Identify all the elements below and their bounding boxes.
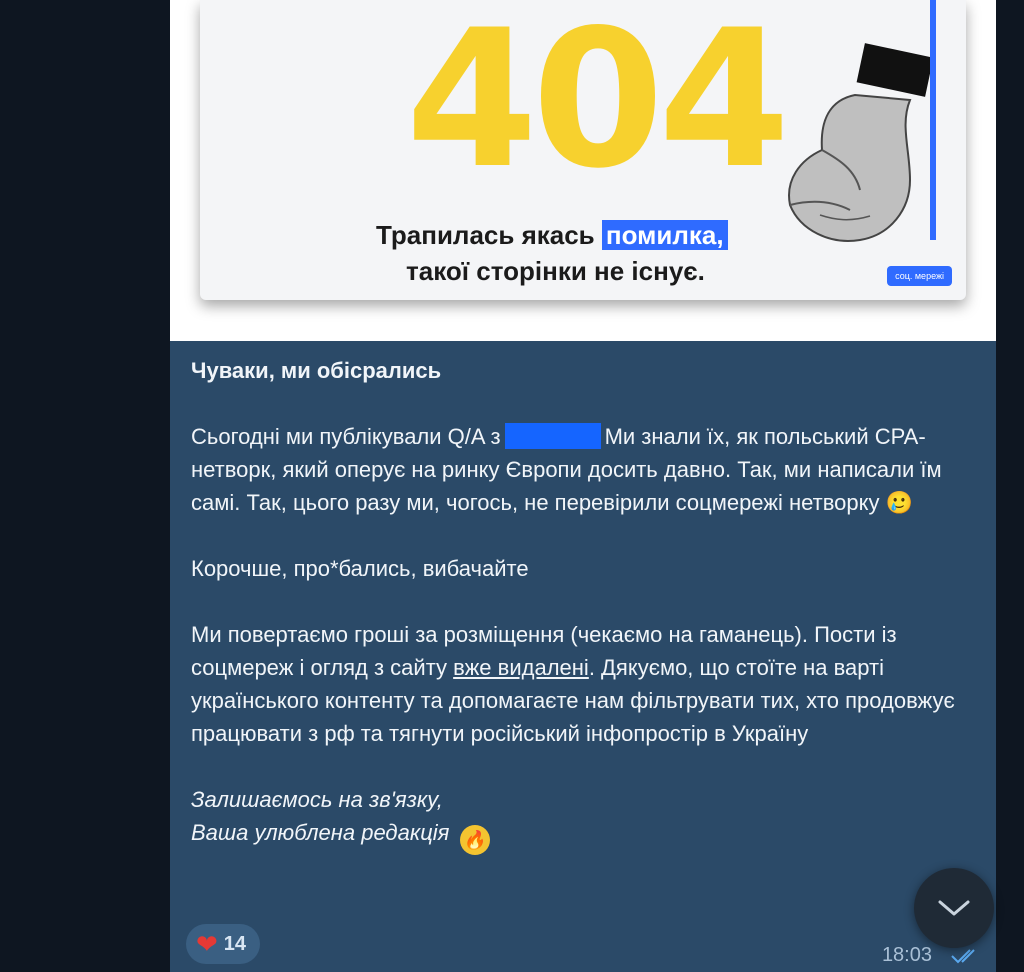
right-panel-edge [996,0,1024,972]
hand-illustration [788,43,930,242]
reaction-count: 14 [223,933,247,955]
read-checkmarks-icon [951,949,975,964]
paragraph-2: Корочше, про*бались, вибачайте [191,556,529,581]
error-message-line1: Трапилась якась помилка, [376,218,728,252]
error-highlight: помилка, [601,220,728,250]
message-bubble: 404 Трапилась якась помилка, такої сторі… [170,0,996,972]
heart-icon: ❤ [196,929,218,959]
social-networks-chip: соц. мережі [887,266,952,286]
fire-emoji: 🔥 [459,825,490,855]
signature-line1: Залишаємось на зв'язку, [191,787,443,812]
message-text: Чуваки, ми обісрались Сьогодні ми публік… [191,354,981,855]
accent-bar [930,0,936,240]
chevron-down-icon [938,900,970,916]
message-title: Чуваки, ми обісрались [191,358,442,383]
big-404-text: 404 [405,0,791,210]
paragraph-1: Сьогодні ми публікували Q/A з Ми знали їх… [191,423,942,515]
heart-reaction-button[interactable]: ❤ 14 [186,924,261,964]
deleted-link[interactable]: вже видалені [453,655,589,680]
message-image[interactable]: 404 Трапилась якась помилка, такої сторі… [170,0,996,341]
message-time: 18:03 [881,944,932,966]
scroll-down-button[interactable] [914,868,994,948]
signature-line2: Ваша улюблена редакція 🔥 [191,816,981,855]
crying-face-emoji: 🥲 [885,490,914,515]
redacted-block [504,423,601,449]
error-message-line2: такої сторінки не існує. [406,256,705,286]
paragraph-3: Ми повертаємо гроші за розміщення (чекає… [191,622,955,746]
error-404-card: 404 Трапилась якась помилка, такої сторі… [200,0,966,300]
